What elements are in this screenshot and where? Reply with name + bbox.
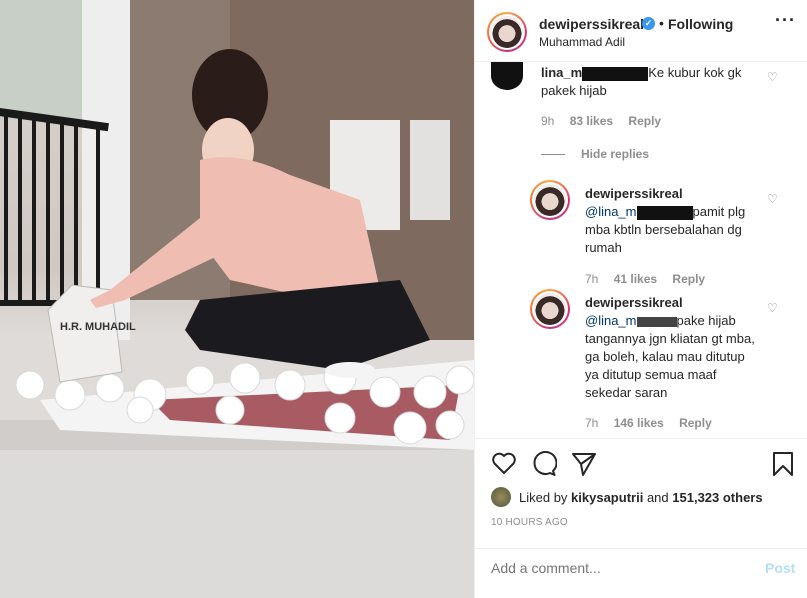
heart-icon[interactable] (491, 451, 517, 475)
header-separator: • (659, 15, 664, 31)
author-username[interactable]: dewiperssikreal (539, 16, 644, 32)
reply-reply-button[interactable]: Reply (679, 416, 712, 430)
comment-icon[interactable] (531, 451, 557, 477)
post-header: dewiperssikreal ✓ • Following Muhammad A… (475, 0, 807, 62)
redaction-block (582, 66, 649, 81)
reply-reply-button[interactable]: Reply (672, 272, 705, 286)
post-sidebar: dewiperssikreal ✓ • Following Muhammad A… (474, 0, 807, 598)
comment-likes[interactable]: 83 likes (570, 114, 613, 128)
comment-time[interactable]: 9h (541, 114, 554, 128)
share-icon[interactable] (571, 451, 597, 477)
add-comment-input[interactable] (491, 560, 741, 576)
likes-and-label: and (646, 489, 669, 505)
follow-status-button[interactable]: Following (668, 16, 733, 32)
hide-replies-line (541, 154, 565, 155)
reply-time[interactable]: 7h (585, 416, 598, 430)
post-container: H.R. MUHADIL dewiperssikreal ✓ • Followi… (0, 0, 807, 598)
reply-author-avatar[interactable] (530, 289, 570, 329)
comment-like-heart-icon[interactable]: ♡ (767, 70, 778, 84)
reply-likes[interactable]: 41 likes (614, 272, 657, 286)
author-avatar[interactable] (487, 12, 527, 52)
reply-mention[interactable]: @lina_m (585, 204, 637, 219)
reply-mention[interactable]: @lina_m (585, 313, 637, 328)
reply-time[interactable]: 7h (585, 272, 598, 286)
redaction-block (636, 316, 677, 327)
likes-count[interactable]: 151,323 others (672, 490, 762, 505)
post-actions: Liked by kikysaputrii and 151,323 others… (475, 438, 807, 548)
reply-author-avatar[interactable] (530, 180, 570, 220)
comment-meta: 9h 83 likes Reply (541, 114, 673, 128)
reply-author-username[interactable]: dewiperssikreal (585, 295, 683, 310)
comment-text: lina_m Ke kubur kok gk pakek hijab (541, 64, 771, 100)
liker-username[interactable]: kikysaputrii (571, 490, 643, 505)
likes-summary: Liked by kikysaputrii and 151,323 others (491, 487, 763, 507)
post-comment-button[interactable]: Post (765, 560, 795, 576)
more-options-icon[interactable]: ··· (775, 10, 796, 31)
post-timestamp[interactable]: 10 HOURS AGO (491, 517, 568, 528)
reply-like-heart-icon[interactable]: ♡ (767, 301, 778, 315)
reply-text: dewiperssikreal @lina_m pamit plg mba kbt… (585, 185, 755, 257)
reply-meta: 7h 41 likes Reply (585, 272, 717, 286)
reply-meta: 7h 146 likes Reply (585, 416, 724, 430)
reply-likes[interactable]: 146 likes (614, 416, 664, 430)
hide-replies-button[interactable]: Hide replies (581, 147, 649, 161)
bookmark-icon[interactable] (772, 451, 794, 477)
add-comment-bar: Post (475, 548, 807, 598)
reply-author-username[interactable]: dewiperssikreal (585, 186, 683, 201)
reply-text: dewiperssikreal @lina_m pake hijab tangan… (585, 294, 760, 402)
liked-by-label: Liked by (519, 489, 568, 505)
liker-avatar[interactable] (491, 487, 511, 507)
commenter-avatar[interactable] (491, 62, 523, 90)
comment-reply-button[interactable]: Reply (628, 114, 661, 128)
post-photo[interactable]: H.R. MUHADIL (0, 0, 474, 598)
reply-like-heart-icon[interactable]: ♡ (767, 192, 778, 206)
redaction-block (636, 205, 693, 220)
photo-scene: H.R. MUHADIL (0, 0, 474, 598)
verified-badge-icon: ✓ (642, 17, 655, 30)
headstone-text: H.R. MUHADIL (60, 321, 136, 333)
commenter-username[interactable]: lina_m (541, 65, 582, 80)
post-location[interactable]: Muhammad Adil (539, 35, 625, 49)
comments-list[interactable]: lina_m Ke kubur kok gk pakek hijab ♡ 9h 8… (475, 62, 807, 438)
